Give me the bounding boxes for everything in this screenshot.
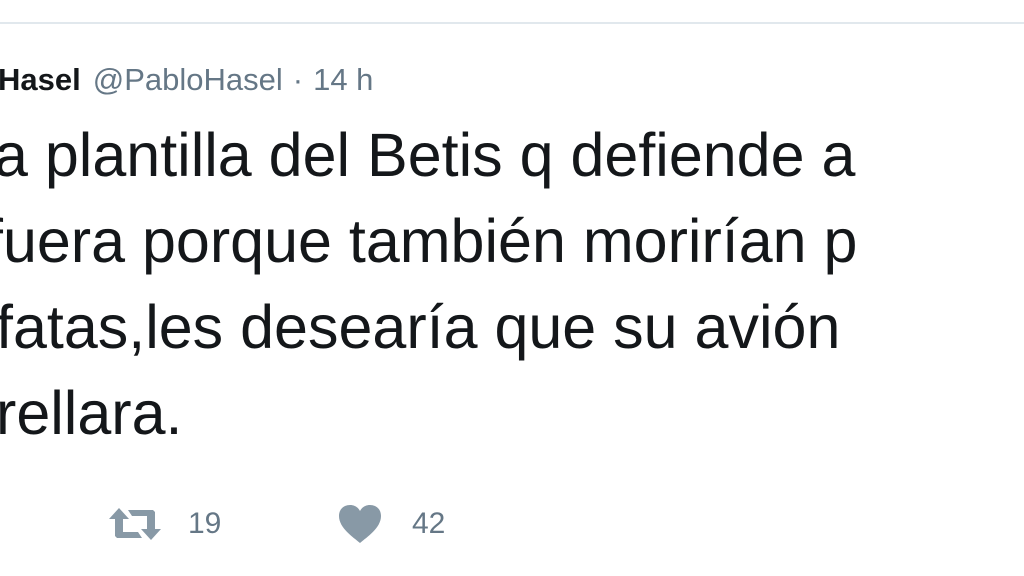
retweet-count: 19 [188, 507, 222, 540]
divider [0, 22, 1024, 24]
author-display-name[interactable]: Hasel [0, 62, 81, 97]
retweet-button[interactable]: 19 [108, 496, 221, 552]
header-separator: · [292, 62, 304, 97]
heart-icon [339, 505, 381, 543]
tweet-timestamp[interactable]: 14 h [313, 62, 373, 97]
tweet-text-line: a plantilla del Betis q defiende a [0, 121, 856, 189]
like-count: 42 [412, 507, 446, 540]
tweet-text: a plantilla del Betis q defiende a fuera… [0, 112, 1024, 462]
tweet-card: Hasel @PabloHasel · 14 h a plantilla del Be… [0, 0, 1024, 576]
retweet-icon [109, 508, 161, 540]
tweet-text-line: fatas,les desearía que su avión [0, 293, 841, 361]
like-button[interactable]: 42 [338, 496, 445, 552]
tweet-header: Hasel @PabloHasel · 14 h [0, 58, 373, 102]
tweet-text-line: fuera porque también morirían p [0, 207, 858, 275]
tweet-text-line: rellara. [0, 379, 183, 447]
tweet-actions: 19 42 [0, 496, 1024, 552]
author-handle[interactable]: @PabloHasel [93, 62, 283, 97]
